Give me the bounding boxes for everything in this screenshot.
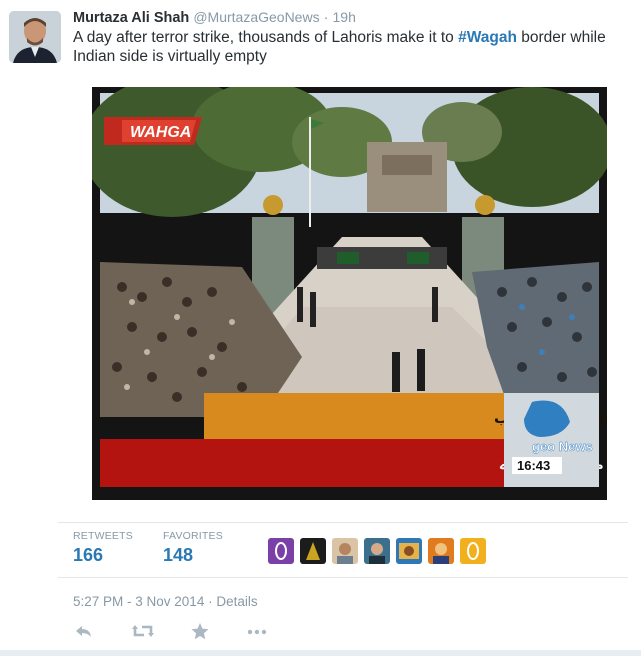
favorites-stat[interactable]: FAVORITES 148 [163, 530, 223, 566]
divider-bottom [58, 577, 628, 578]
avatar[interactable] [9, 11, 61, 63]
tweet-card: Murtaza Ali Shah @MurtazaGeoNews · 19h A… [0, 0, 641, 656]
tweet-timestamp[interactable]: 5:27 PM - 3 Nov 2014 · Details [73, 594, 258, 609]
favoriter-avatar[interactable] [428, 538, 454, 564]
card-bottom-edge [0, 650, 641, 656]
location-badge-text: WAHGA [130, 124, 191, 141]
retweets-stat[interactable]: RETWEETS 166 [73, 530, 133, 566]
favorites-count[interactable]: 148 [163, 545, 223, 566]
favorites-label: FAVORITES [163, 530, 223, 542]
retweets-count[interactable]: 166 [73, 545, 133, 566]
retweet-icon[interactable] [131, 620, 155, 642]
favorite-star-icon[interactable] [190, 620, 210, 642]
favoriter-avatar[interactable] [364, 538, 390, 564]
tweet-text-start: A day after terror strike, thousands of … [73, 29, 459, 46]
tweet-text: A day after terror strike, thousands of … [73, 28, 633, 66]
retweets-label: RETWEETS [73, 530, 133, 542]
reply-icon[interactable] [74, 620, 94, 642]
favoriter-avatar[interactable] [396, 538, 422, 564]
separator-dot: · [323, 10, 329, 26]
tweet-photo[interactable]: WAHGA واہگہ بارڈر پر پرچم اتارنے کی تقری… [92, 87, 607, 500]
author-handle[interactable]: @MurtazaGeoNews [193, 9, 319, 25]
tweet-actions [0, 620, 641, 642]
favoriter-avatar[interactable] [300, 538, 326, 564]
broadcast-clock: 16:43 [517, 458, 550, 473]
divider-top [58, 522, 628, 523]
tweet-time[interactable]: 19h [333, 9, 356, 25]
author-name[interactable]: Murtaza Ali Shah [73, 10, 189, 26]
favoriter-avatar[interactable] [332, 538, 358, 564]
more-icon[interactable] [246, 620, 268, 642]
favoriter-avatar[interactable] [268, 538, 294, 564]
channel-logo-text: geo News [532, 439, 593, 454]
tweet-header: Murtaza Ali Shah @MurtazaGeoNews · 19h [73, 9, 356, 26]
favoriter-avatar[interactable] [460, 538, 486, 564]
hashtag-link[interactable]: #Wagah [458, 29, 517, 46]
